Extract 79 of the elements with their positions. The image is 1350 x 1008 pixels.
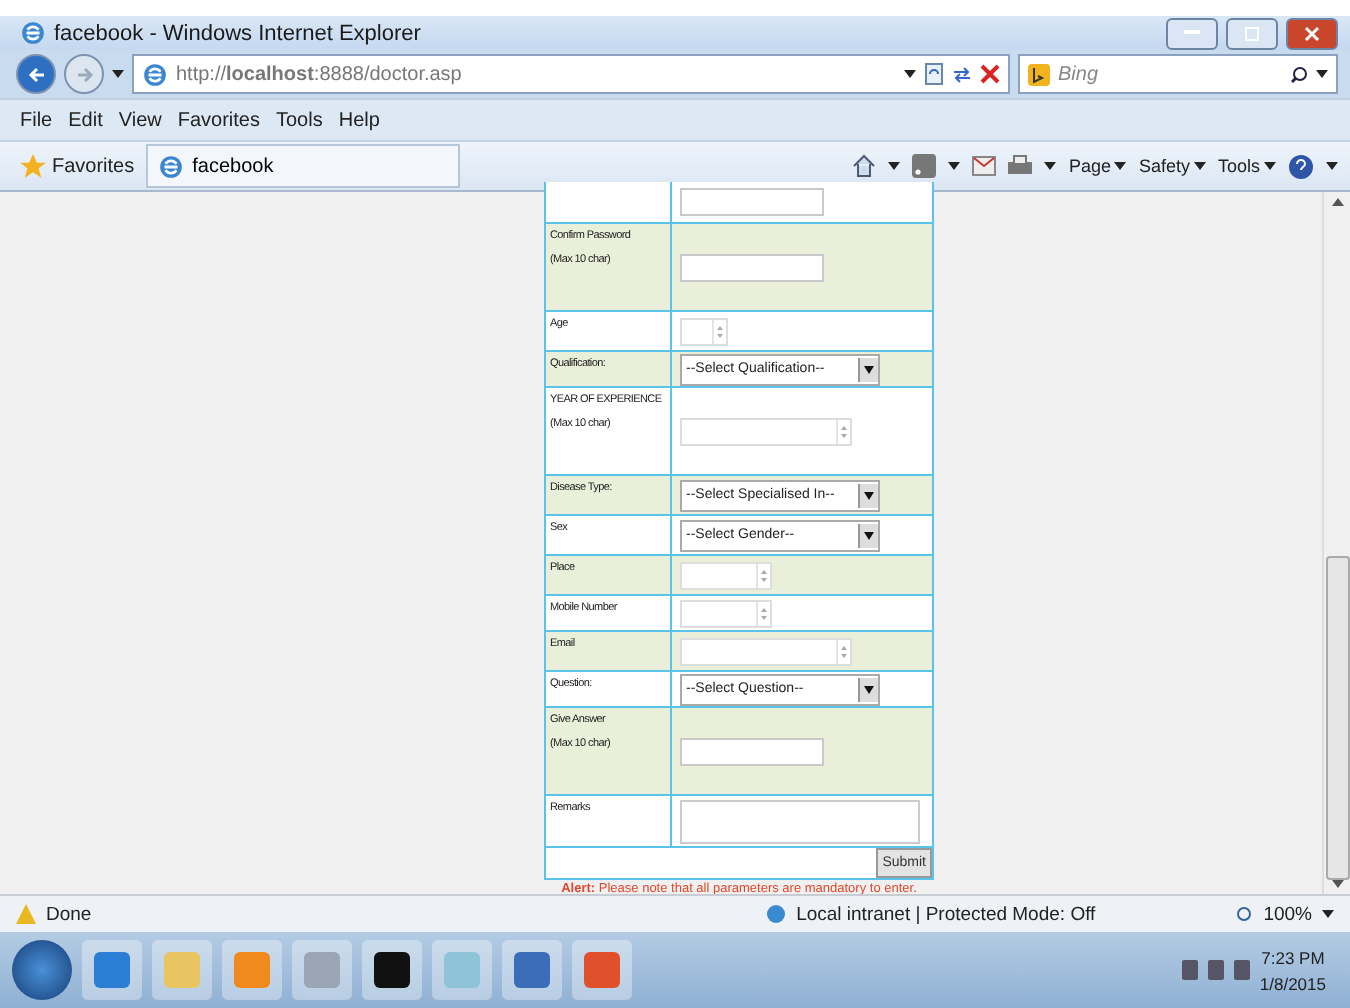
caret-icon [112,70,124,78]
menu-item[interactable]: Help [338,109,380,131]
caret-icon [1322,910,1334,918]
restore-icon [1244,25,1260,41]
url-text: http://localhost:8888/doctor.asp [176,63,462,85]
globe-e-icon [158,153,185,179]
warning-icon [16,904,36,924]
home-icon[interactable] [852,154,877,178]
search-field[interactable]: Bing [1018,54,1338,94]
caret-icon [1316,70,1328,78]
zoom-level[interactable]: 100% [1263,903,1312,925]
spin-arrows-icon [756,563,770,587]
refresh-icon[interactable] [924,62,944,86]
back-arrow-icon [27,65,45,83]
address-field[interactable]: http://localhost:8888/doctor.asp [132,54,1010,94]
caret-icon [1326,162,1338,170]
menu-item[interactable]: Tools [275,109,323,131]
spin-arrows-icon [712,319,726,343]
start-button[interactable] [12,940,72,1000]
globe-e-icon [142,61,168,87]
spin-arrows-icon [836,419,850,443]
caret-icon [1193,162,1206,170]
favorites-button[interactable]: Favorites [20,153,135,179]
globe-icon [766,904,787,924]
caret-icon [904,70,916,78]
number-field[interactable] [680,637,852,665]
menu-item[interactable]: File [20,109,53,131]
forward-button[interactable] [64,54,104,94]
restore-button[interactable] [1226,17,1278,49]
textarea-field[interactable] [680,799,920,843]
input-field[interactable] [680,188,824,216]
forward-arrow-icon [75,65,93,83]
caret-icon [1264,162,1276,170]
status-text: Done [46,903,92,925]
star-icon [20,153,46,179]
bing-logo-icon [1028,63,1050,85]
menu-item[interactable]: View [118,109,162,131]
close-icon [1304,25,1320,41]
command-menu[interactable]: Tools [1217,156,1276,176]
number-field[interactable] [680,417,852,445]
globe-e-icon [20,20,46,46]
input-field[interactable] [680,737,824,765]
menu-item[interactable]: Favorites [177,109,260,131]
scrollbar[interactable] [1322,192,1350,894]
caret-icon [864,531,874,539]
caret-icon [1044,162,1057,170]
window-title: facebook - Windows Internet Explorer [54,21,421,45]
help-icon[interactable] [1288,153,1314,179]
command-menu[interactable]: Page [1068,156,1127,176]
number-field[interactable] [680,599,772,627]
clock: 7:23 PM 1/8/2015 [1259,947,1328,993]
printer-icon[interactable] [1008,154,1033,178]
browser-tab[interactable]: facebook [146,144,461,188]
caret-icon [948,162,961,170]
stop-icon[interactable] [980,64,1000,84]
up-arrow-icon[interactable] [1331,198,1343,206]
menu-item[interactable]: Edit [68,109,103,131]
caret-icon [864,685,874,693]
close-button[interactable] [1286,17,1338,49]
taskbar-app-icon[interactable] [362,940,422,1000]
number-field[interactable] [680,561,772,589]
caret-icon [864,365,874,373]
mail-icon[interactable] [972,156,997,176]
search-icon[interactable] [1290,65,1308,83]
arrows-icon[interactable] [952,64,972,84]
number-field[interactable] [680,317,728,345]
minimize-button[interactable] [1166,17,1218,49]
spin-arrows-icon [836,639,850,663]
minimize-icon [1184,30,1200,36]
caret-icon [888,162,901,170]
spin-arrows-icon [756,601,770,625]
back-button[interactable] [16,54,56,94]
input-field[interactable] [680,253,824,281]
caret-icon [864,491,874,499]
caret-icon [1114,162,1127,170]
command-menu[interactable]: Safety [1138,156,1206,176]
magnifier-icon[interactable] [1235,905,1254,923]
zone-text: Local intranet | Protected Mode: Off [796,903,1096,925]
down-arrow-icon[interactable] [1331,880,1343,889]
